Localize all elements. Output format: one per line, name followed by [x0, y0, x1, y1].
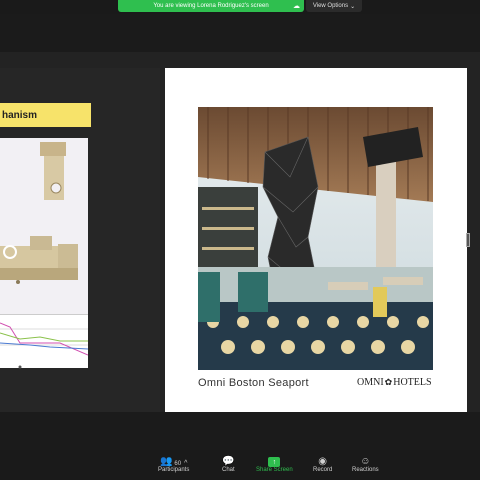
resize-handle[interactable] [466, 233, 470, 247]
chevron-up-icon[interactable]: ^ [184, 460, 187, 467]
restaurant-photo [198, 107, 433, 370]
participants-label: Participants [158, 467, 190, 473]
mechanism-label: hanism [0, 103, 91, 127]
share-banner-text: You are viewing Lorena Rodriguez's scree… [153, 3, 269, 9]
share-banner: You are viewing Lorena Rodriguez's scree… [118, 0, 304, 12]
chat-button[interactable]: 💬 Chat [222, 453, 235, 473]
omni-hotels-logo: OMNI ✿ HOTELS [357, 377, 432, 388]
chevron-down-icon: ⌄ [350, 3, 356, 10]
chat-icon: 💬 [222, 456, 235, 467]
share-screen-button[interactable]: ↑ Share Screen [256, 453, 293, 473]
record-label: Record [313, 467, 333, 473]
meeting-toolbar: 👥 60 ^ Participants 💬 Chat ↑ Share Screen … [0, 450, 480, 480]
record-icon: ◉ [318, 456, 328, 467]
reactions-button[interactable]: ☺ Reactions [352, 453, 379, 473]
view-options-button[interactable]: View Options ⌄ [306, 0, 362, 12]
chat-label: Chat [222, 467, 235, 473]
graph-image [0, 314, 89, 369]
view-options-label: View Options [312, 3, 349, 9]
participants-icon: 👥 [159, 456, 173, 467]
mechanism-label-text: hanism [2, 109, 38, 121]
cad-image [0, 138, 88, 314]
logo-mark-icon: ✿ [384, 377, 393, 387]
share-screen-label: Share Screen [256, 467, 293, 473]
reactions-label: Reactions [352, 467, 379, 473]
logo-text-b: HOTELS [393, 377, 432, 388]
reactions-icon: ☺ [360, 456, 371, 467]
slide-caption: Omni Boston Seaport [198, 377, 309, 389]
share-screen-icon: ↑ [268, 457, 281, 467]
record-button[interactable]: ◉ Record [313, 453, 332, 473]
cloud-icon: ☁ [293, 3, 300, 10]
logo-text-a: OMNI [357, 377, 384, 388]
participants-button[interactable]: 👥 60 ^ Participants [158, 453, 189, 473]
